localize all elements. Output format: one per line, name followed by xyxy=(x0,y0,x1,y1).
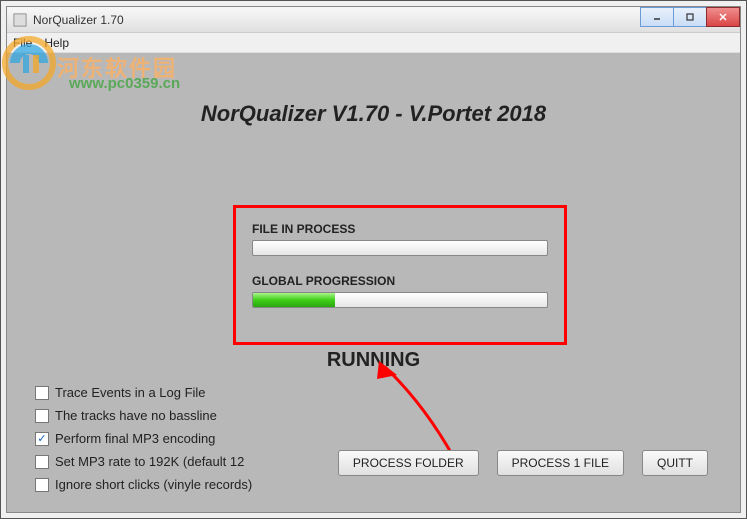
progress-panel: FILE IN PROCESS GLOBAL PROGRESSION xyxy=(233,205,567,345)
checkbox-no-bassline[interactable]: The tracks have no bassline xyxy=(35,408,252,423)
checkbox-trace-events[interactable]: Trace Events in a Log File xyxy=(35,385,252,400)
global-progress-fill xyxy=(253,293,335,307)
close-button[interactable] xyxy=(706,7,740,27)
checkbox-mp3-rate[interactable]: Set MP3 rate to 192K (default 12 xyxy=(35,454,252,469)
minimize-button[interactable] xyxy=(640,7,674,27)
client-area: 河东软件园 www.pc0359.cn NorQualizer V1.70 - … xyxy=(7,53,740,512)
checkbox-label: Ignore short clicks (vinyle records) xyxy=(55,477,252,492)
status-text: RUNNING xyxy=(7,349,740,372)
global-progress-bar xyxy=(252,292,548,308)
process-folder-button[interactable]: PROCESS FOLDER xyxy=(338,450,479,476)
checkbox-icon: ✓ xyxy=(35,432,49,446)
menubar: File Help xyxy=(7,33,740,53)
checkbox-label: Perform final MP3 encoding xyxy=(55,431,215,446)
global-progress-label: GLOBAL PROGRESSION xyxy=(252,274,548,288)
action-buttons: PROCESS FOLDER PROCESS 1 FILE QUITT xyxy=(338,450,708,476)
file-progress-label: FILE IN PROCESS xyxy=(252,222,548,236)
maximize-button[interactable] xyxy=(673,7,707,27)
checkbox-label: Trace Events in a Log File xyxy=(55,385,206,400)
checkbox-label: Set MP3 rate to 192K (default 12 xyxy=(55,454,244,469)
checkbox-icon xyxy=(35,409,49,423)
checkbox-icon xyxy=(35,455,49,469)
titlebar: NorQualizer 1.70 xyxy=(7,7,740,33)
window-title: NorQualizer 1.70 xyxy=(33,13,124,27)
checkbox-label: The tracks have no bassline xyxy=(55,408,217,423)
app-icon xyxy=(13,13,27,27)
app-heading: NorQualizer V1.70 - V.Portet 2018 xyxy=(7,101,740,127)
checkbox-icon xyxy=(35,386,49,400)
file-progress-bar xyxy=(252,240,548,256)
options-list: Trace Events in a Log File The tracks ha… xyxy=(35,385,252,492)
checkbox-mp3-encoding[interactable]: ✓ Perform final MP3 encoding xyxy=(35,431,252,446)
watermark-text-url: www.pc0359.cn xyxy=(69,75,180,92)
quit-button[interactable]: QUITT xyxy=(642,450,708,476)
app-window: NorQualizer 1.70 File Help 河东软件园 xyxy=(6,6,741,513)
process-file-button[interactable]: PROCESS 1 FILE xyxy=(497,450,624,476)
checkbox-icon xyxy=(35,478,49,492)
checkbox-ignore-clicks[interactable]: Ignore short clicks (vinyle records) xyxy=(35,477,252,492)
window-controls xyxy=(641,7,740,27)
